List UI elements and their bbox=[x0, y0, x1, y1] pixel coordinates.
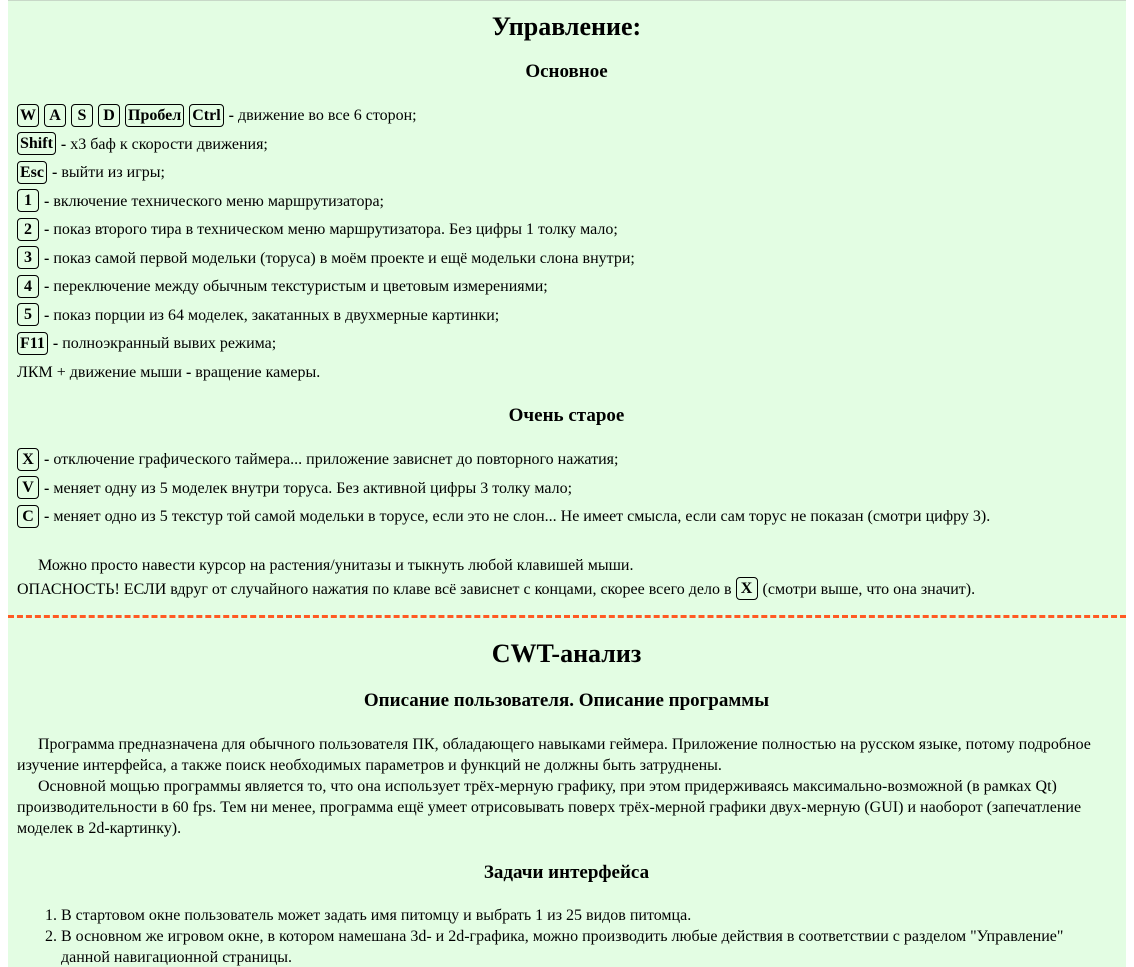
hint-text: Можно просто навести курсор на растения/… bbox=[38, 556, 634, 574]
movement-description: движение во все 6 сторон; bbox=[237, 107, 417, 124]
danger-warning: ОПАСНОСТЬ! ЕСЛИ вдруг от случайного нажа… bbox=[17, 576, 1116, 604]
control-description: показ второго тира в техническом меню ма… bbox=[53, 221, 618, 238]
key-x-warning: X bbox=[735, 577, 758, 601]
control-description: показ самой первой модельки (торуса) в м… bbox=[53, 249, 635, 267]
danger-prefix: ОПАСНОСТЬ! ЕСЛИ вдруг от случайного нажа… bbox=[17, 580, 732, 598]
key-1: 1 bbox=[17, 189, 39, 213]
control-description: меняет одно из 5 текстур той самой модел… bbox=[53, 508, 991, 525]
cwt-title: CWT-анализ bbox=[491, 638, 642, 668]
control-description: показ порции из 64 моделек, закатанных в… bbox=[53, 306, 500, 324]
key-4: 4 bbox=[17, 274, 39, 298]
key-d: D bbox=[98, 103, 120, 127]
separator-dash: - bbox=[44, 306, 50, 324]
key-c: C bbox=[17, 504, 39, 528]
tasks-heading: Задачи интерфейса bbox=[483, 861, 650, 883]
mouse-action: ЛКМ + движение мыши bbox=[17, 363, 182, 381]
section-divider bbox=[8, 614, 1126, 618]
program-paragraph-2: Основной мощью программы является то, чт… bbox=[17, 777, 1082, 837]
control-row-v: V - меняет одну из 5 моделек внутри тору… bbox=[17, 475, 1116, 504]
controls-list: W A S D Пробел Ctrl - движение во все 6 … bbox=[17, 102, 1116, 387]
key-f11: F11 bbox=[17, 331, 48, 355]
control-description: полноэкранный вывих режима; bbox=[62, 335, 277, 352]
page: Управление: Основное W A S D Пробел Ctrl… bbox=[8, 0, 1126, 967]
key-ctrl: Ctrl bbox=[189, 103, 224, 127]
control-row-3: 3 - показ самой первой модельки (торуса)… bbox=[17, 245, 1116, 274]
old-controls-list: X - отключение графического таймера... п… bbox=[17, 446, 1116, 532]
old-heading: Очень старое bbox=[508, 405, 625, 426]
control-description: включение технического меню маршрутизато… bbox=[53, 192, 384, 210]
separator-dash: - bbox=[185, 363, 192, 381]
key-v: V bbox=[17, 476, 39, 500]
control-row-1: 1 - включение технического меню маршрути… bbox=[17, 188, 1116, 217]
mouse-description: вращение камеры. bbox=[195, 363, 321, 381]
separator-dash: - bbox=[44, 508, 50, 525]
mouse-row: ЛКМ + движение мыши - вращение камеры. bbox=[17, 359, 1116, 388]
separator-dash: - bbox=[60, 135, 67, 153]
danger-suffix: (смотри выше, что она значит). bbox=[762, 580, 976, 598]
control-row-esc: Esc - выйти из игры; bbox=[17, 159, 1116, 188]
key-space: Пробел bbox=[125, 103, 185, 127]
key-x: X bbox=[17, 447, 39, 471]
control-description: меняет одну из 5 моделек внутри торуса. … bbox=[53, 479, 573, 497]
user-description-heading: Описание пользователя. Описание программ… bbox=[363, 689, 770, 711]
control-description: переключение между обычным текстуристым … bbox=[53, 278, 548, 295]
control-row-shift: Shift - x3 баф к скорости движения; bbox=[17, 131, 1116, 160]
control-description: x3 баф к скорости движения; bbox=[70, 135, 268, 153]
control-row-5: 5 - показ порции из 64 моделек, закатанн… bbox=[17, 302, 1116, 331]
separator-dash: - bbox=[44, 192, 50, 210]
key-esc: Esc bbox=[17, 160, 47, 184]
control-row-x: X - отключение графического таймера... п… bbox=[17, 446, 1116, 475]
separator-dash: - bbox=[52, 164, 58, 181]
key-3: 3 bbox=[17, 246, 39, 270]
key-a: A bbox=[44, 103, 66, 127]
list-item: В основном же игровом окне, в котором на… bbox=[61, 926, 1116, 967]
separator-dash: - bbox=[44, 249, 50, 267]
control-row-c: C - меняет одно из 5 текстур той самой м… bbox=[17, 503, 1116, 532]
basic-heading: Основное bbox=[525, 61, 608, 82]
control-row-f11: F11 - полноэкранный вывих режима; bbox=[17, 330, 1116, 359]
separator-dash: - bbox=[52, 335, 59, 352]
key-s: S bbox=[71, 103, 93, 127]
separator-dash: - bbox=[44, 479, 50, 497]
separator-dash: - bbox=[44, 278, 50, 295]
movement-row: W A S D Пробел Ctrl - движение во все 6 … bbox=[17, 102, 1116, 131]
control-description: отключение графического таймера... прило… bbox=[53, 451, 619, 468]
key-w: W bbox=[17, 103, 39, 127]
separator-dash: - bbox=[44, 221, 50, 238]
program-paragraph-1: Программа предназначена для обычного пол… bbox=[17, 735, 1091, 774]
key-2: 2 bbox=[17, 217, 39, 241]
control-description: выйти из игры; bbox=[61, 164, 165, 181]
control-row-4: 4 - переключение между обычным текстурис… bbox=[17, 273, 1116, 302]
key-5: 5 bbox=[17, 303, 39, 327]
key-shift: Shift bbox=[17, 132, 56, 156]
separator-dash: - bbox=[44, 451, 50, 468]
control-row-2: 2 - показ второго тира в техническом мен… bbox=[17, 216, 1116, 245]
tasks-list: В стартовом окне пользователь может зада… bbox=[17, 905, 1116, 967]
list-item: В стартовом окне пользователь может зада… bbox=[61, 905, 1116, 926]
separator-dash: - bbox=[228, 107, 234, 124]
controls-title: Управление: bbox=[491, 12, 642, 41]
